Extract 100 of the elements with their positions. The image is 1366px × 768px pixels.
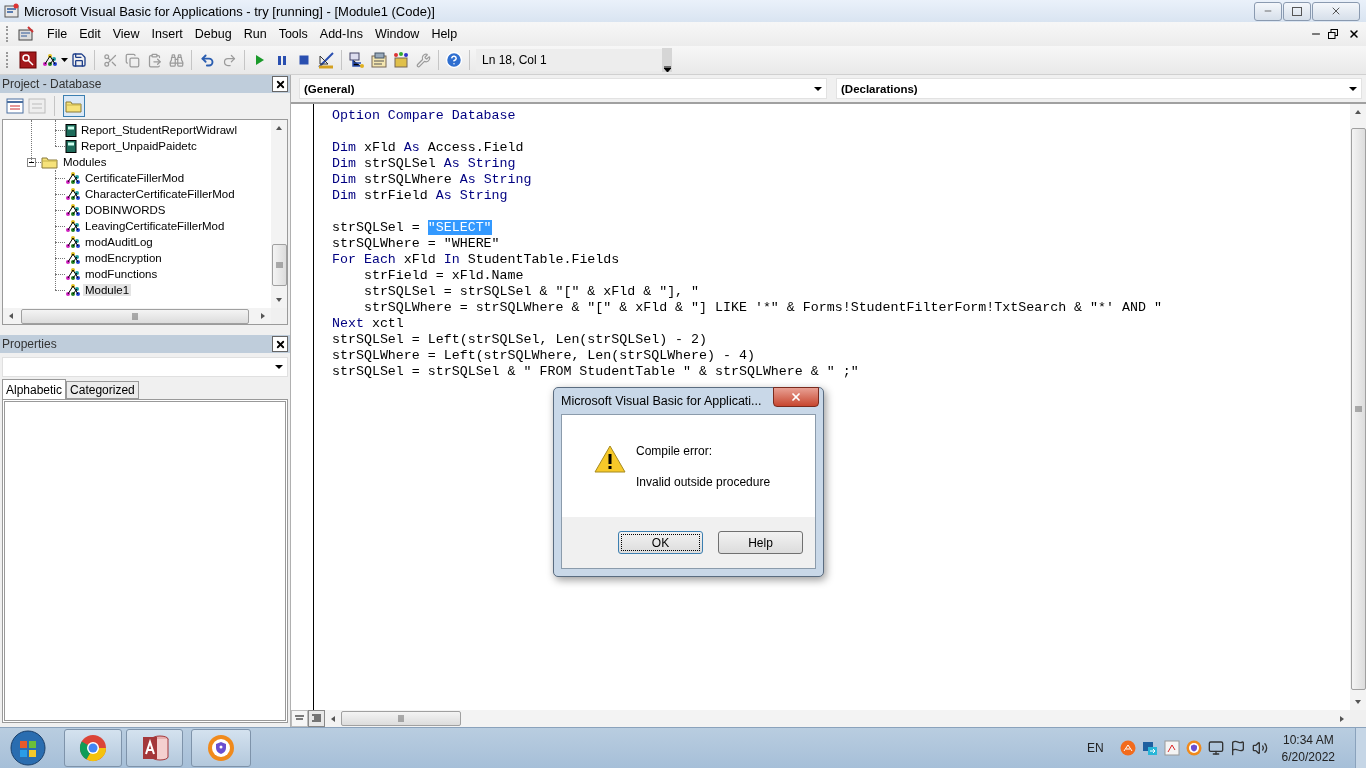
- tree-item[interactable]: modEncryption: [83, 252, 164, 264]
- module-icon: [42, 53, 58, 67]
- taskbar-button[interactable]: [126, 729, 183, 767]
- screen-share-icon[interactable]: [1141, 740, 1158, 756]
- language-indicator[interactable]: EN: [1086, 741, 1104, 755]
- design-mode-icon[interactable]: [317, 51, 335, 69]
- menu-item[interactable]: Edit: [73, 25, 107, 43]
- insert-module-icon[interactable]: [41, 51, 59, 69]
- taskbar-button[interactable]: [191, 729, 251, 767]
- menu-item[interactable]: Insert: [145, 25, 189, 43]
- menu-item[interactable]: Add-Ins: [313, 25, 369, 43]
- shield-icon: [206, 733, 236, 763]
- toolbar-options-icon[interactable]: [662, 48, 672, 72]
- folder-icon: [41, 155, 59, 169]
- menu-item[interactable]: Window: [368, 25, 426, 43]
- scroll-down-arrow-icon[interactable]: [1354, 698, 1362, 706]
- close-button[interactable]: [272, 76, 288, 92]
- error-message: Invalid outside procedure: [636, 475, 771, 489]
- scroll-up-arrow-icon[interactable]: [275, 124, 283, 132]
- tab[interactable]: Alphabetic: [2, 379, 67, 399]
- menu-item[interactable]: View: [106, 25, 146, 43]
- date-text: 6/20/2022: [1281, 749, 1335, 764]
- tree-item[interactable]: LeavingCertificateFillerMod: [83, 220, 227, 232]
- module-icon: [65, 171, 81, 185]
- procedure-view-button[interactable]: [291, 710, 308, 727]
- scroll-up-arrow-icon[interactable]: [1354, 108, 1362, 116]
- properties-icon[interactable]: [370, 51, 388, 69]
- module-icon: [65, 219, 81, 233]
- clock[interactable]: 10:34 AM 6/20/2022: [1281, 732, 1335, 764]
- tree-item[interactable]: Report_StudentReportWidrawl: [79, 124, 239, 136]
- menu-item[interactable]: Debug: [188, 25, 238, 43]
- cut-icon[interactable]: [101, 51, 119, 69]
- view-code-icon[interactable]: [6, 98, 24, 114]
- close-icon: [1330, 5, 1342, 17]
- tree-item[interactable]: Module1: [83, 284, 132, 296]
- tree-item[interactable]: Modules: [61, 156, 109, 168]
- dialog-button[interactable]: Help: [718, 531, 803, 554]
- tree-item[interactable]: modAuditLog: [83, 236, 155, 248]
- time-text: 10:34 AM: [1282, 732, 1334, 747]
- toggle-folders-button[interactable]: [63, 95, 85, 117]
- maximize-icon: [1292, 6, 1302, 16]
- access-key-icon[interactable]: [19, 51, 37, 69]
- close-button[interactable]: [773, 387, 819, 407]
- browser-icon: [78, 733, 108, 763]
- lines-icon: [295, 715, 304, 722]
- scroll-left-arrow-icon[interactable]: [7, 312, 15, 320]
- help-icon[interactable]: [445, 51, 463, 69]
- procedure-combo[interactable]: (Declarations): [836, 78, 1362, 99]
- code-line: Dim strSQLWhere As String: [332, 172, 533, 188]
- object-combo[interactable]: (General): [299, 78, 827, 99]
- tree-item[interactable]: Report_UnpaidPaidetc: [79, 140, 199, 152]
- tab[interactable]: Categorized: [66, 381, 139, 399]
- close-icon: [790, 391, 802, 403]
- scroll-right-arrow-icon[interactable]: [259, 312, 267, 320]
- save-icon[interactable]: [70, 51, 88, 69]
- volume-icon[interactable]: [1251, 740, 1268, 756]
- code-line: Dim strField As String: [332, 188, 509, 204]
- tree-item[interactable]: modFunctions: [83, 268, 160, 280]
- close-button[interactable]: [272, 336, 288, 352]
- menu-item[interactable]: Tools: [272, 25, 314, 43]
- restore-icon[interactable]: [1328, 29, 1338, 39]
- panel-title: Project - Database: [2, 77, 102, 91]
- caret-icon: [1349, 86, 1357, 91]
- tree-item[interactable]: CertificateFillerMod: [83, 172, 187, 184]
- close-icon[interactable]: [1348, 28, 1360, 40]
- menu-item[interactable]: File: [41, 25, 74, 43]
- menu-item[interactable]: Run: [237, 25, 273, 43]
- scroll-thumb[interactable]: [341, 711, 461, 726]
- app-tray-icon[interactable]: [1119, 740, 1136, 756]
- code-line: Dim strSQLSel As String: [332, 156, 517, 172]
- taskbar-button[interactable]: [64, 729, 122, 767]
- maximize-button[interactable]: [1283, 1, 1311, 21]
- project-explorer-icon[interactable]: [348, 51, 366, 69]
- vba-icon[interactable]: [17, 26, 35, 42]
- scroll-right-arrow-icon[interactable]: [1338, 714, 1346, 723]
- pdf-icon[interactable]: [1163, 740, 1180, 756]
- code-line: Next xctl: [332, 316, 405, 332]
- close-icon: [274, 78, 286, 90]
- dialog-title: Microsoft Visual Basic for Applicati...: [561, 394, 762, 408]
- caret-icon: [275, 365, 283, 369]
- tree-item[interactable]: DOBINWORDS: [83, 204, 168, 216]
- code-line: strField = xFld.Name: [362, 268, 525, 284]
- network-icon[interactable]: [1207, 740, 1224, 756]
- code-line: strSQLWhere = Left(strSQLWhere, Len(strSQLWhere) - 4): [332, 348, 756, 364]
- code-line: For Each xFld In StudentTable.Fields: [332, 252, 621, 268]
- object-browser-icon[interactable]: [392, 51, 410, 69]
- shield-icon[interactable]: [1185, 740, 1202, 756]
- menu-item[interactable]: Help: [425, 25, 464, 43]
- report-icon: [65, 123, 77, 137]
- module-icon: [65, 235, 81, 249]
- tree-item[interactable]: CharacterCertificateFillerMod: [83, 188, 237, 200]
- action-center-icon[interactable]: [1229, 740, 1246, 756]
- dialog-button[interactable]: OK: [618, 531, 703, 554]
- module-view-button[interactable]: [308, 710, 325, 727]
- caret-icon[interactable]: [61, 58, 68, 62]
- scroll-left-arrow-icon[interactable]: [329, 714, 337, 723]
- collapse-icon[interactable]: [27, 157, 36, 167]
- scroll-down-arrow-icon[interactable]: [275, 296, 283, 304]
- panel-title: Properties: [2, 337, 57, 351]
- scroll-thumb[interactable]: [271, 244, 287, 286]
